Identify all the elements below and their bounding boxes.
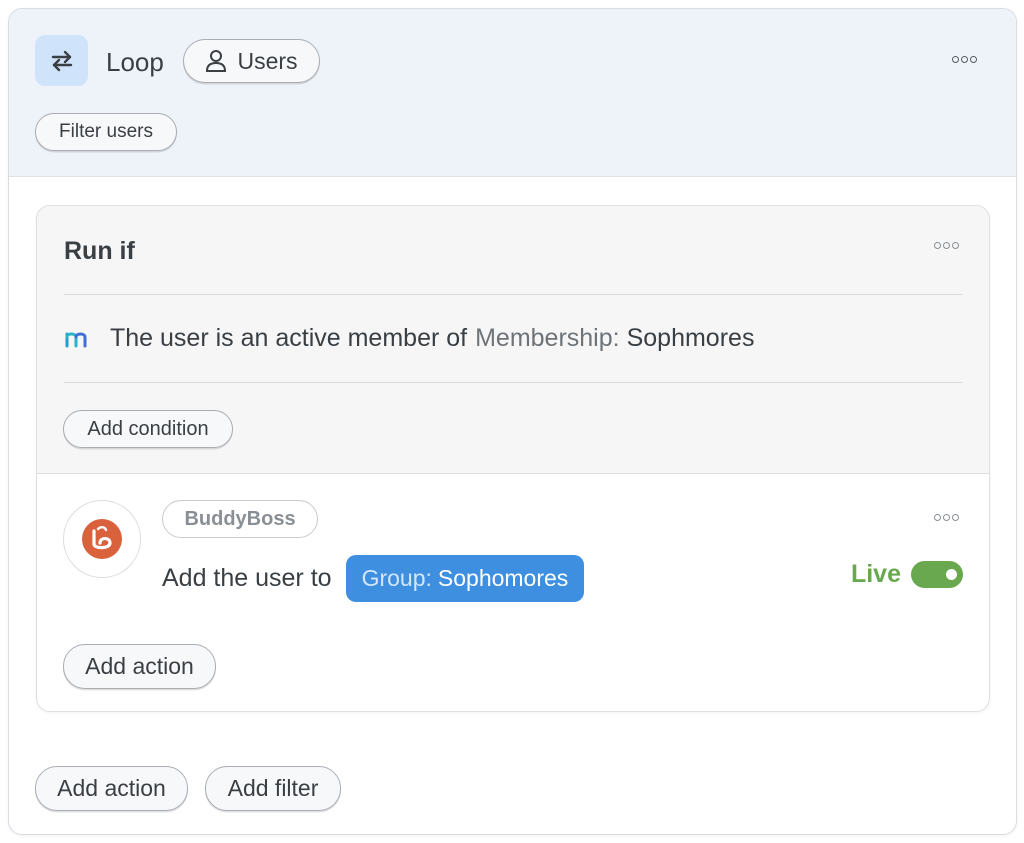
divider — [64, 382, 962, 383]
group-token-value: Sophomores — [437, 565, 569, 591]
live-status: Live — [851, 560, 963, 589]
user-icon — [206, 50, 227, 72]
condition-text: The user is an active member of — [110, 324, 468, 352]
add-condition-button[interactable]: Add condition — [63, 410, 233, 448]
memberpress-m-icon — [65, 332, 87, 347]
loop-header: Loop Users Filter users — [9, 9, 1016, 177]
users-pill-label: Users — [237, 47, 298, 74]
action-more-icon[interactable] — [934, 514, 959, 521]
buddyboss-logo — [63, 500, 141, 578]
divider — [64, 294, 962, 295]
loop-card: Loop Users Filter users Run if The user … — [8, 8, 1017, 835]
condition-token-value[interactable]: Sophmores — [627, 324, 755, 353]
add-action-loop-button[interactable]: Add action — [35, 766, 188, 811]
run-if-section: Run if The user is an active member of M… — [37, 206, 989, 474]
loop-arrows-icon — [35, 35, 88, 86]
action-section: BuddyBoss Add the user to Group: Sophomo… — [37, 474, 989, 711]
inner-card: Run if The user is an active member of M… — [36, 205, 990, 712]
live-toggle[interactable] — [911, 561, 963, 588]
filter-users-button[interactable]: Filter users — [35, 113, 177, 151]
loop-title: Loop — [106, 47, 164, 77]
users-pill[interactable]: Users — [183, 39, 320, 83]
add-action-button[interactable]: Add action — [63, 644, 216, 689]
condition-token-key[interactable]: Membership: — [475, 324, 620, 353]
condition-row[interactable]: The user is an active member of Membersh… — [64, 324, 754, 353]
loop-more-icon[interactable] — [952, 56, 977, 63]
add-filter-button[interactable]: Add filter — [205, 766, 341, 811]
group-token-key: Group: — [361, 565, 432, 591]
buddyboss-icon — [82, 519, 122, 559]
integration-badge: BuddyBoss — [162, 500, 318, 538]
run-if-more-icon[interactable] — [934, 242, 959, 249]
run-if-title: Run if — [64, 237, 135, 265]
live-label: Live — [850, 560, 901, 588]
action-sentence: Add the user to Group: Sophomores — [162, 555, 585, 602]
group-token[interactable]: Group: Sophomores — [345, 555, 585, 602]
action-text: Add the user to — [162, 564, 332, 592]
